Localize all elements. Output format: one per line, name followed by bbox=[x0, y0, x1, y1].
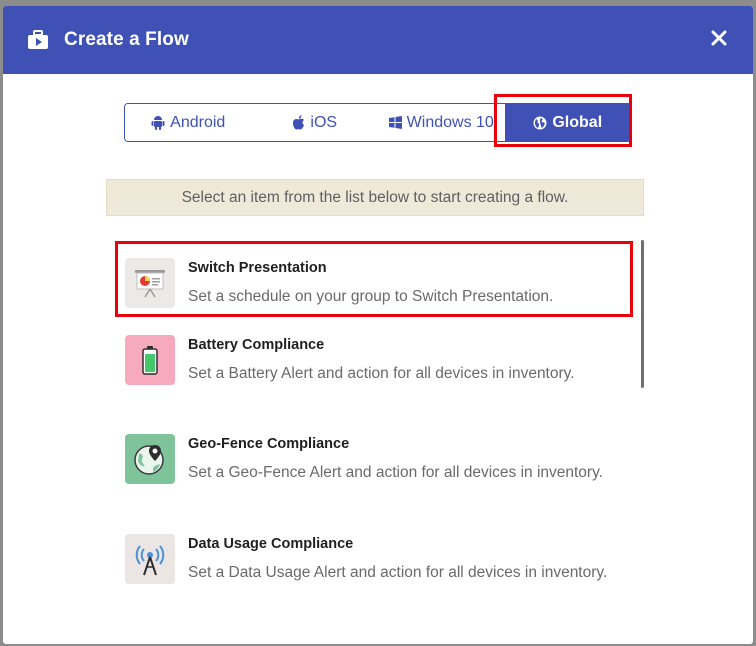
item-title: Geo-Fence Compliance bbox=[188, 436, 350, 452]
list-item-data-usage-compliance[interactable]: Data Usage Compliance Set a Data Usage A… bbox=[116, 534, 636, 584]
briefcase-play-icon bbox=[27, 29, 49, 51]
tab-ios-label: iOS bbox=[310, 113, 338, 131]
windows-icon bbox=[388, 116, 402, 129]
list-scrollbar[interactable] bbox=[641, 240, 644, 388]
close-icon bbox=[711, 30, 727, 46]
item-title: Data Usage Compliance bbox=[188, 536, 354, 552]
signal-tower-icon bbox=[135, 545, 165, 576]
list-item-geo-fence-compliance[interactable]: Geo-Fence Compliance Set a Geo-Fence Ale… bbox=[116, 434, 636, 484]
info-banner: Select an item from the list below to st… bbox=[106, 179, 644, 216]
global-tab-highlight bbox=[494, 94, 632, 147]
android-icon bbox=[151, 116, 165, 130]
item-icon-tile bbox=[125, 534, 175, 584]
item-description: Set a Data Usage Alert and action for al… bbox=[188, 564, 608, 581]
item-text: Battery Compliance Set a Battery Alert a… bbox=[188, 335, 628, 385]
battery-icon bbox=[142, 346, 158, 375]
tab-windows-10-label: Windows 10 bbox=[406, 113, 494, 131]
item-text: Data Usage Compliance Set a Data Usage A… bbox=[188, 534, 628, 584]
tab-android-label: Android bbox=[170, 113, 226, 131]
item-icon-tile bbox=[125, 434, 175, 484]
item-description: Set a Battery Alert and action for all d… bbox=[188, 365, 575, 382]
item-description: Set a Geo-Fence Alert and action for all… bbox=[188, 464, 603, 481]
close-button[interactable] bbox=[707, 26, 731, 50]
apple-icon bbox=[293, 115, 305, 130]
tab-ios[interactable]: iOS bbox=[251, 104, 378, 141]
map-pin-globe-icon bbox=[134, 445, 164, 475]
item-text: Geo-Fence Compliance Set a Geo-Fence Ale… bbox=[188, 434, 628, 484]
dialog-header: Create a Flow bbox=[3, 6, 753, 74]
switch-presentation-highlight bbox=[115, 241, 633, 317]
tab-windows-10[interactable]: Windows 10 bbox=[378, 104, 505, 141]
dialog-title: Create a Flow bbox=[64, 29, 189, 50]
tab-android[interactable]: Android bbox=[125, 104, 252, 141]
info-banner-text: Select an item from the list below to st… bbox=[181, 188, 569, 206]
list-item-battery-compliance[interactable]: Battery Compliance Set a Battery Alert a… bbox=[116, 335, 636, 385]
item-icon-tile bbox=[125, 335, 175, 385]
item-title: Battery Compliance bbox=[188, 337, 325, 353]
